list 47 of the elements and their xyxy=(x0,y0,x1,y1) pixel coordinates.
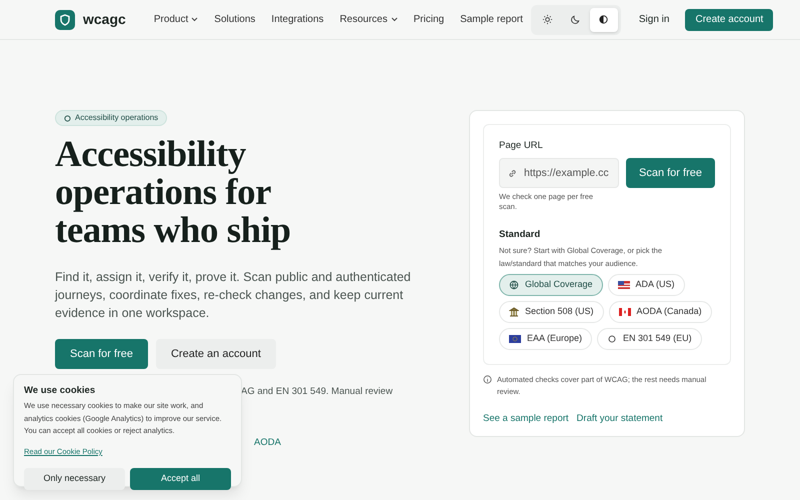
url-field[interactable]: https://example.cc xyxy=(499,158,619,188)
flag-icon xyxy=(509,334,521,344)
create-account-button[interactable]: Create an account xyxy=(156,339,276,369)
brand-name[interactable]: wcagc xyxy=(83,9,126,30)
building-icon xyxy=(509,306,519,316)
circle-icon xyxy=(64,114,71,122)
shield-logo-icon xyxy=(55,10,75,30)
flag-icon xyxy=(618,280,630,290)
hero-description: Find it, assign it, verify it, prove it. Scan public and authenticated journeys, coordinate fixes, re-check changes, and keep current evidence in one workspace. xyxy=(55,269,412,322)
standard-link[interactable]: AODA xyxy=(254,436,281,450)
chevron-down-icon xyxy=(191,17,198,22)
sun-icon xyxy=(542,14,554,25)
nav-link[interactable]: Resources xyxy=(340,12,398,27)
standard-chip[interactable]: EN 301 549 (EU) xyxy=(597,328,702,350)
circle-icon xyxy=(607,334,618,344)
badge-label: Accessibility operations xyxy=(75,112,158,124)
nav-link[interactable]: Pricing xyxy=(414,12,444,27)
section-label: Standard xyxy=(499,228,542,242)
nav-link[interactable]: Integrations xyxy=(271,12,324,27)
scan-button[interactable]: Scan for free xyxy=(626,158,715,188)
standard-chip[interactable]: ADA (US) xyxy=(608,274,685,296)
sign-in-link[interactable]: Sign in xyxy=(638,12,670,27)
only-necessary-button[interactable]: Only necessary xyxy=(24,468,125,490)
nav-link[interactable]: Solutions xyxy=(214,12,256,27)
theme-button[interactable] xyxy=(590,8,618,32)
moon-icon xyxy=(570,14,582,25)
hero-note: AG and EN 301 549. Manual review xyxy=(241,385,393,399)
create-account-button[interactable]: Create account xyxy=(685,8,774,30)
text-link[interactable]: Draft your statement xyxy=(576,412,663,426)
hero-heading: Accessibility operations for teams who ship xyxy=(55,136,292,250)
globe-icon xyxy=(509,280,519,290)
standard-chip[interactable]: AODA (Canada) xyxy=(608,300,712,322)
nav-link[interactable]: Sample report xyxy=(460,12,523,27)
standard-chip[interactable]: Global Coverage xyxy=(499,274,603,296)
field-label: Page URL xyxy=(499,139,544,153)
info-icon xyxy=(483,374,492,384)
flag-icon xyxy=(618,306,631,316)
contrast-icon xyxy=(598,14,610,25)
standard-chip[interactable]: Section 508 (US) xyxy=(499,300,604,322)
nav-link[interactable]: Product xyxy=(154,12,198,27)
chevron-down-icon xyxy=(390,17,398,22)
cookie-title: We use cookies xyxy=(24,384,96,398)
accept-all-button[interactable]: Accept all xyxy=(130,468,231,490)
standard-chip[interactable]: EAA (Europe) xyxy=(499,328,592,350)
scan-button[interactable]: Scan for free xyxy=(55,339,148,369)
link-icon xyxy=(508,169,517,178)
text-link[interactable]: See a sample report xyxy=(483,412,569,426)
